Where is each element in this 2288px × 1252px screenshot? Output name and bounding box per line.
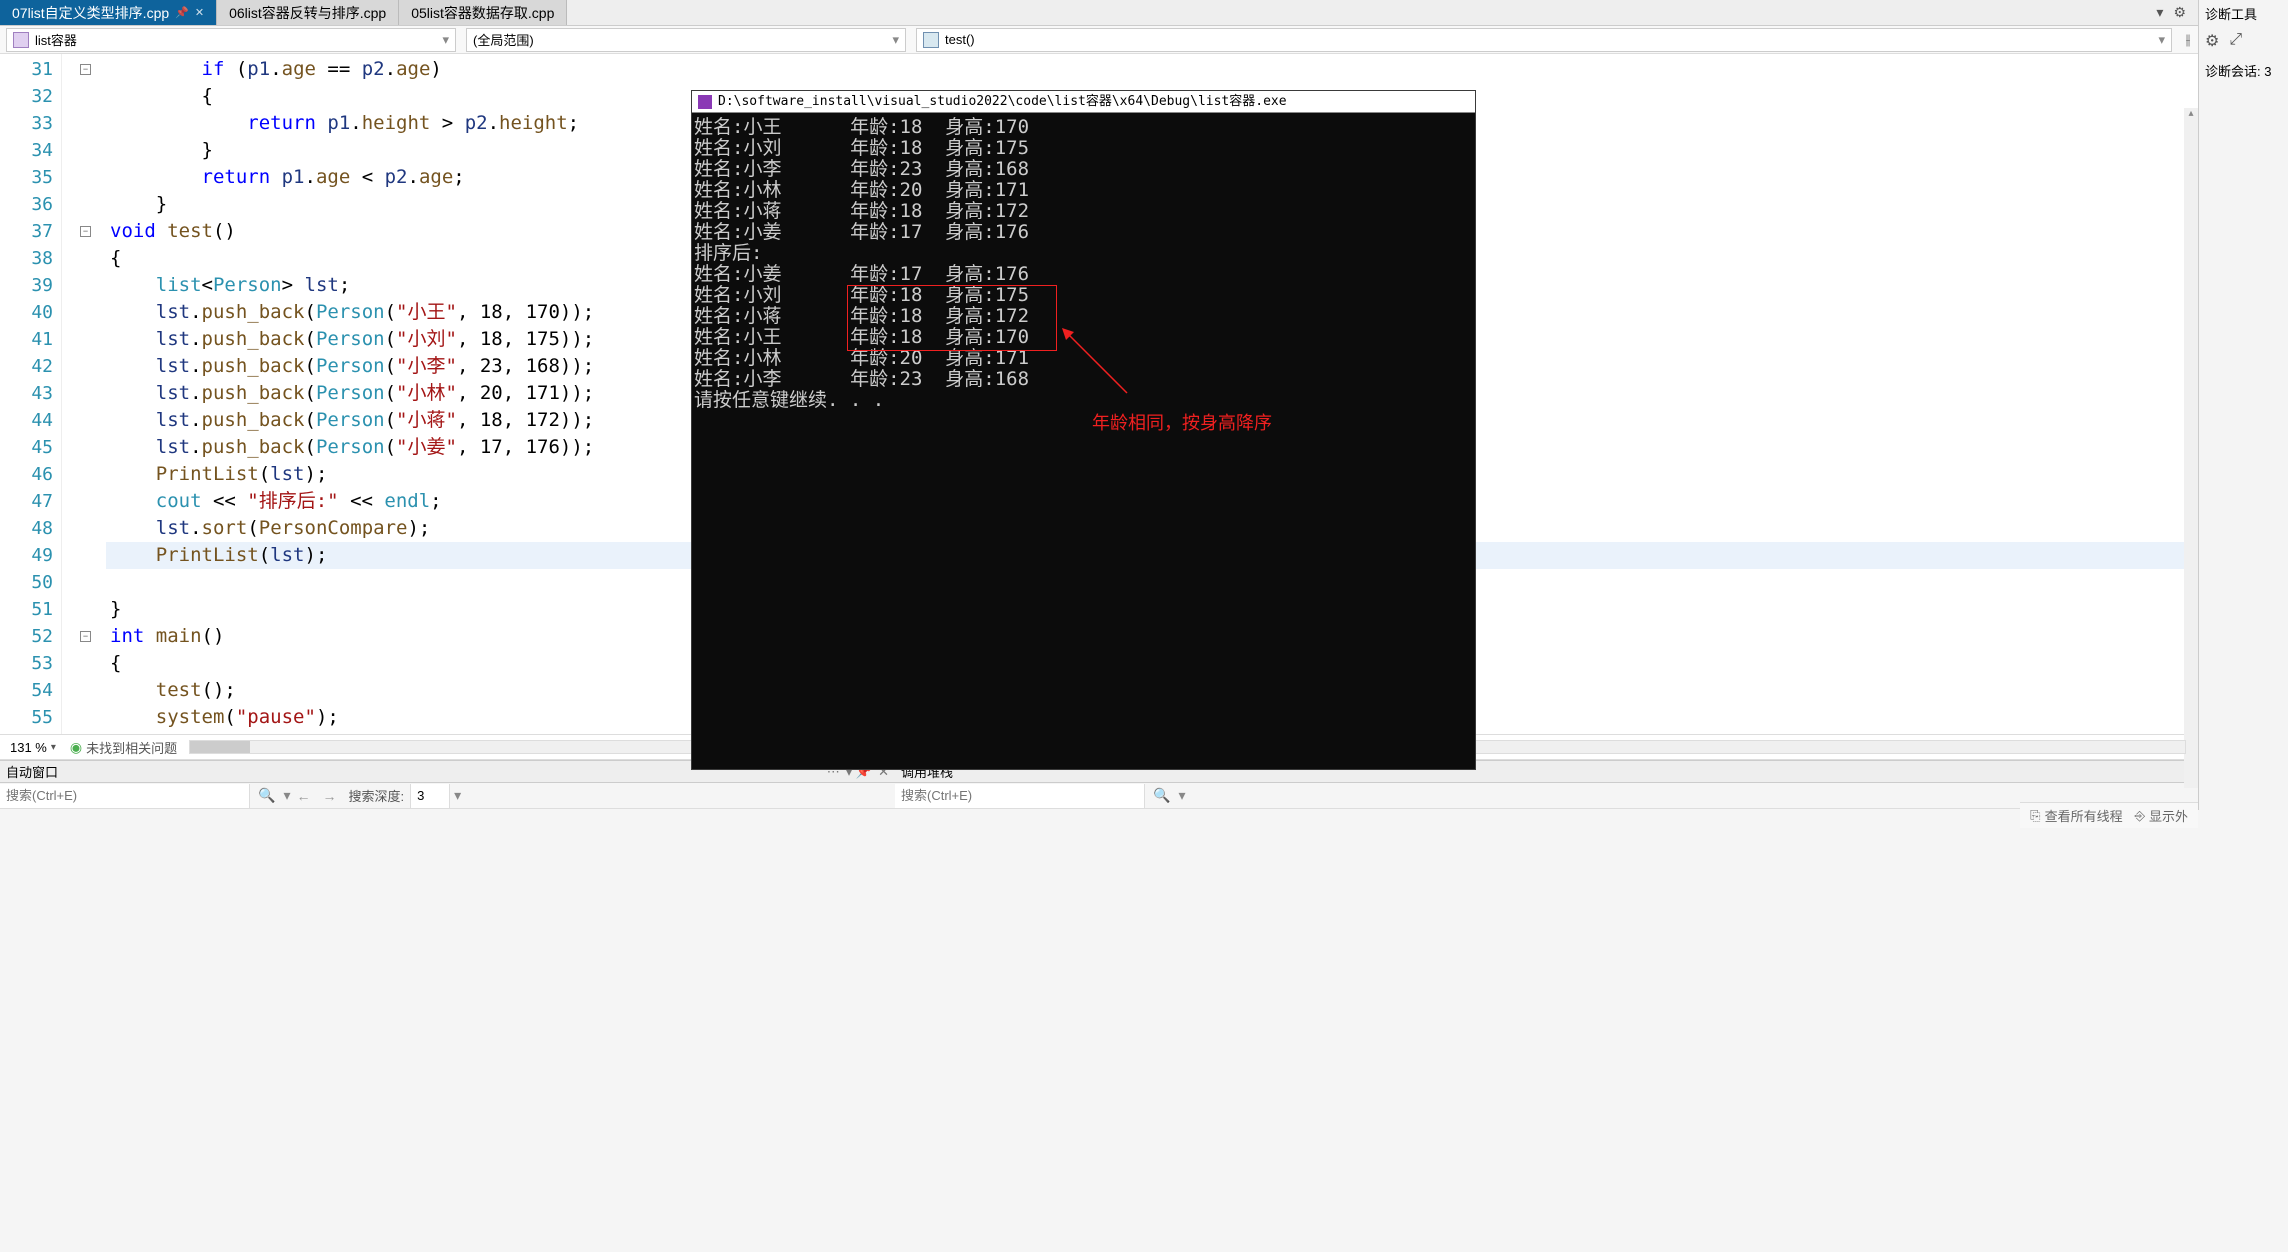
close-icon[interactable]: ✕ (195, 6, 204, 19)
terminal-line: 姓名:小姜 年龄:17 身高:176 (694, 222, 1473, 243)
search-input-2[interactable] (895, 784, 1145, 808)
tab-1[interactable]: 06list容器反转与排序.cpp (217, 0, 399, 25)
depth-label: 搜索深度: (342, 786, 410, 805)
search-icon[interactable]: 🔍 (250, 787, 283, 804)
chevron-down-icon: ▾ (892, 32, 899, 48)
chevron-down-icon: ▾ (442, 32, 449, 48)
terminal-line: 姓名:小林 年龄:20 身高:171 (694, 180, 1473, 201)
depth-input[interactable] (410, 784, 450, 808)
external-icon: ⎆ (2135, 808, 2145, 824)
tab-label: 07list自定义类型排序.cpp (12, 3, 169, 23)
diagnostics-session: 诊断会话: 3 (2205, 61, 2282, 80)
code-line[interactable]: if (p1.age == p2.age) (106, 56, 2198, 83)
search-input[interactable] (0, 784, 250, 808)
terminal-line: 姓名:小蒋 年龄:18 身高:172 (694, 201, 1473, 222)
tab-dropdown-icon[interactable]: ▾ (2156, 4, 2163, 21)
terminal-line: 姓名:小李 年龄:23 身高:168 (694, 159, 1473, 180)
terminal-line: 排序后: (694, 243, 1473, 264)
function-select[interactable]: test() ▾ (916, 28, 2172, 52)
terminal-icon (698, 95, 712, 109)
view-threads-button[interactable]: ⎘查看所有线程 (2030, 806, 2122, 825)
status-text: 未找到相关问题 (86, 738, 177, 757)
highlight-box (847, 285, 1057, 351)
terminal-body: 姓名:小王 年龄:18 身高:170姓名:小刘 年龄:18 身高:175姓名:小… (692, 113, 1475, 415)
tab-active[interactable]: 07list自定义类型排序.cpp 📌 ✕ (0, 0, 217, 25)
pin-icon[interactable]: 📌 (175, 6, 189, 19)
tab-2[interactable]: 05list容器数据存取.cpp (399, 0, 567, 25)
terminal-window[interactable]: D:\software_install\visual_studio2022\co… (691, 90, 1476, 770)
line-gutter: 3132333435363738394041424344454647484950… (0, 54, 62, 734)
fold-gutter[interactable]: − − − (62, 54, 106, 734)
fold-toggle[interactable]: − (80, 226, 91, 237)
threads-icon: ⎘ (2030, 808, 2040, 824)
fold-toggle[interactable]: − (80, 631, 91, 642)
diagnostics-title: 诊断工具 (2205, 4, 2282, 23)
search-icon[interactable]: 🔍 (1145, 787, 1178, 804)
footer-right: ⎘查看所有线程 ⎆显示外 (2020, 802, 2198, 828)
gear-icon[interactable]: ⚙ (2173, 4, 2186, 21)
diagnostics-sidebar: 诊断工具 ⚙ ⤢ 诊断会话: 3 (2198, 0, 2288, 810)
gear-icon[interactable]: ⚙ (2205, 31, 2219, 51)
annotation-text: 年龄相同，按身高降序 (1092, 413, 1272, 434)
terminal-line: 姓名:小王 年龄:18 身高:170 (694, 117, 1473, 138)
nav-back-icon[interactable]: ← (290, 788, 316, 804)
expand-icon[interactable]: ⤢ (2229, 31, 2242, 51)
arrow-annotation (1062, 328, 1132, 398)
terminal-title-bar[interactable]: D:\software_install\visual_studio2022\co… (692, 91, 1475, 113)
nav-row: list容器 ▾ (全局范围) ▾ test() ▾ ⫲ (0, 26, 2198, 54)
terminal-line: 姓名:小蒋 年龄:18 身高:172 (694, 306, 1473, 327)
terminal-line: 姓名:小姜 年龄:17 身高:176 (694, 264, 1473, 285)
split-icon[interactable]: ⫲ (2178, 31, 2198, 48)
show-external-button[interactable]: ⎆显示外 (2135, 806, 2188, 825)
nav-fwd-icon[interactable]: → (316, 788, 342, 804)
global-select[interactable]: (全局范围) ▾ (466, 28, 906, 52)
chevron-down-icon: ▾ (2158, 32, 2165, 48)
health-icon[interactable]: ◉ (70, 739, 82, 756)
vertical-scrollbar[interactable]: ▴ (2184, 108, 2198, 788)
terminal-line: 姓名:小刘 年龄:18 身高:175 (694, 285, 1473, 306)
module-icon (13, 32, 29, 48)
terminal-line: 姓名:小刘 年龄:18 身高:175 (694, 138, 1473, 159)
tab-bar: 07list自定义类型排序.cpp 📌 ✕ 06list容器反转与排序.cpp … (0, 0, 2198, 26)
method-icon (923, 32, 939, 48)
fold-toggle[interactable]: − (80, 64, 91, 75)
zoom-select[interactable]: 131 %▾ (0, 740, 66, 755)
scope-select[interactable]: list容器 ▾ (6, 28, 456, 52)
